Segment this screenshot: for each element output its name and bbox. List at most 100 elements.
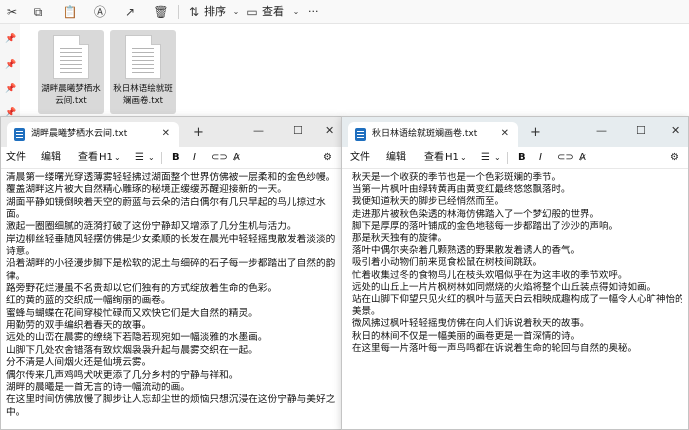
new-tab-icon[interactable]: + [193, 126, 204, 140]
explorer-toolbar: ✂ ⧉ 📋 Ⓐ ↗ 🗑 ⇅ 排序 ⌄ ▭ 查看 ⌄ ··· [0, 0, 689, 24]
text-line: 蜜蜂与蝴蝶在花间穿梭忙碌而又欢快它们是大自然的精灵。 [6, 307, 258, 319]
chevron-down-icon[interactable]: ⌄ [114, 151, 121, 165]
menu-view[interactable]: 查看 [424, 151, 444, 165]
link-icon[interactable]: ⊂⊃ [557, 151, 574, 165]
more-button[interactable]: ··· [308, 4, 319, 20]
new-tab-icon[interactable]: + [530, 126, 541, 140]
gear-icon[interactable]: ⚙ [670, 151, 679, 165]
text-line: 当第一片枫叶由绿转黄再由黄变红最终悠悠飘落时。 [352, 184, 571, 196]
text-line: 忙着收集过冬的食物鸟儿在枝头欢唱似乎在为这丰收的季节欢呼。 [352, 269, 628, 281]
text-line: 秋日的林间不仅是一幅美丽的画卷更是一首深情的诗。 [352, 330, 581, 342]
share-icon[interactable]: ↗ [122, 4, 138, 20]
bold-button[interactable]: B [172, 151, 180, 165]
text-line: 远处的山丘上一片片枫树林如同燃烧的火焰将整个山丘装点得如诗如画。 [352, 281, 657, 293]
close-tab-icon[interactable]: ✕ [162, 127, 170, 141]
notepad-window: 秋日林语绘就斑斓画卷.txt ✕ + — ☐ ✕ 文件 编辑 查看 H1 ⌄ ☰… [341, 116, 689, 430]
text-line: 秋天是一个收获的季节也是一个色彩斑斓的季节。 [352, 172, 562, 183]
pin-icon[interactable]: 📌 [5, 34, 16, 44]
menu-bar: 文件 编辑 查看 H1 ⌄ ☰ ⌄ B I ⊂⊃ A̷ ⚙ [1, 147, 341, 169]
file-item[interactable]: 湖畔晨曦梦栖水云间.txt [38, 30, 104, 114]
text-line: 覆盖湖畔这片被大自然精心雕琢的秘境正缓缓苏醒迎接新的一天。 [6, 184, 287, 196]
toolbar-divider [161, 152, 162, 164]
view-icon[interactable]: ▭ [244, 4, 260, 20]
file-name: 秋日林语绘就斑斓画卷.txt [113, 84, 173, 106]
menu-edit[interactable]: 编辑 [41, 151, 61, 165]
text-line: 脚下是厚厚的落叶铺成的金色地毯每一步都踏出了沙沙的声响。 [352, 220, 619, 232]
sort-icon[interactable]: ⇅ [186, 4, 202, 20]
menu-file[interactable]: 文件 [6, 151, 26, 165]
chevron-down-icon[interactable]: ⌄ [460, 151, 467, 165]
text-line: 律。 [6, 270, 26, 282]
list-icon[interactable]: ☰ [481, 151, 490, 165]
text-line: 湖畔的晨曦是一首无言的诗一幅流动的画。 [6, 381, 191, 393]
text-line: 岸边柳丝轻垂随风轻摆仿佛是少女柔顺的长发在晨光中轻轻摇曳散发着淡淡的 [6, 233, 335, 245]
text-line: 微风拂过枫叶轻轻摇曳仿佛在向人们诉说着秋天的故事。 [352, 318, 590, 330]
chevron-down-icon[interactable]: ⌄ [288, 4, 304, 20]
copy-icon[interactable]: ⧉ [30, 4, 46, 20]
title-bar[interactable]: 秋日林语绘就斑斓画卷.txt ✕ + — ☐ ✕ [342, 117, 688, 147]
file-item[interactable]: 秋日林语绘就斑斓画卷.txt [110, 30, 176, 114]
text-editor[interactable]: 秋天是一个收获的季节也是一个色彩斑斓的季节。 当第一片枫叶由绿转黄再由黄变红最终… [352, 172, 682, 355]
text-line: 用勤劳的双手编织着春天的故事。 [6, 320, 152, 332]
delete-icon[interactable]: 🗑 [153, 4, 169, 20]
text-line: 落叶中偶尔夹杂着几颗熟透的野果散发着诱人的香气。 [352, 245, 581, 257]
document-tab[interactable]: 秋日林语绘就斑斓画卷.txt ✕ [348, 122, 518, 147]
close-window-icon[interactable]: ✕ [325, 124, 334, 138]
italic-button[interactable]: I [539, 151, 542, 165]
bold-button[interactable]: B [518, 151, 526, 165]
text-file-icon [125, 35, 161, 79]
text-line: 中。 [6, 406, 26, 418]
italic-button[interactable]: I [193, 151, 196, 165]
menu-edit[interactable]: 编辑 [386, 151, 406, 165]
heading-dropdown[interactable]: H1 [99, 151, 113, 165]
maximize-icon[interactable]: ☐ [293, 124, 303, 138]
chevron-down-icon[interactable]: ⌄ [228, 4, 244, 20]
text-line: 路旁野花烂漫虽不名贵却以它们独有的方式绽放着生命的色彩。 [6, 283, 278, 295]
menu-file[interactable]: 文件 [350, 151, 370, 165]
text-line: 分不清是人间烟火还是仙境云雾。 [6, 357, 152, 369]
list-icon[interactable]: ☰ [135, 151, 144, 165]
text-editor[interactable]: 清晨第一缕曙光穿透薄雾轻轻拂过湖面整个世界仿佛被一层柔和的金色纱幔。 覆盖湖畔这… [6, 172, 335, 419]
heading-dropdown[interactable]: H1 [445, 151, 459, 165]
sort-button[interactable]: 排序 [204, 4, 226, 20]
text-file-icon [53, 35, 89, 79]
document-tab[interactable]: 湖畔晨曦梦栖水云间.txt ✕ [7, 122, 179, 147]
text-line: 山脚下几处农舍错落有致炊烟袅袅升起与晨雾交织在一起。 [6, 344, 258, 356]
close-window-icon[interactable]: ✕ [671, 124, 680, 138]
text-line: 我便知道秋天的脚步已经悄然而至。 [352, 196, 505, 208]
link-icon[interactable]: ⊂⊃ [211, 151, 228, 165]
text-line: 在这里每一片落叶每一声鸟鸣都在诉说着生命的轮回与自然的奥秘。 [352, 342, 638, 354]
view-button[interactable]: 查看 [262, 4, 284, 20]
paste-icon[interactable]: 📋 [62, 4, 78, 20]
minimize-icon[interactable]: — [596, 124, 607, 138]
clear-format-icon[interactable]: A̷ [233, 151, 240, 165]
menu-bar: 文件 编辑 查看 H1 ⌄ ☰ ⌄ B I ⊂⊃ A̷ ⚙ [342, 147, 688, 169]
file-name: 湖畔晨曦梦栖水云间.txt [41, 84, 101, 106]
text-line: 在这里时间仿佛放慢了脚步让人忘却尘世的烦恼只想沉浸在这份宁静与美好之 [6, 394, 335, 406]
clear-format-icon[interactable]: A̷ [579, 151, 586, 165]
rename-icon[interactable]: Ⓐ [92, 4, 108, 20]
menu-view[interactable]: 查看 [78, 151, 98, 165]
chevron-down-icon[interactable]: ⌄ [148, 151, 155, 165]
text-line: 走进那片被秋色染透的林海仿佛踏入了一个梦幻般的世界。 [352, 208, 600, 220]
title-bar[interactable]: 湖畔晨曦梦栖水云间.txt ✕ + — ☐ ✕ [1, 117, 341, 147]
text-line: 红的黄的蓝的交织成一幅绚丽的画卷。 [6, 295, 171, 307]
text-line: 沿着湖畔的小径漫步脚下是松软的泥土与细碎的石子每一步都踏出了自然的韵 [6, 258, 335, 270]
notepad-icon [355, 128, 366, 141]
text-line: 偶尔传来几声鸡鸣犬吠更添了几分乡村的宁静与祥和。 [6, 369, 239, 381]
minimize-icon[interactable]: — [253, 124, 264, 138]
text-line: 远处的山峦在晨雾的缭绕下若隐若现宛如一幅淡雅的水墨画。 [6, 332, 268, 344]
maximize-icon[interactable]: ☐ [636, 124, 646, 138]
chevron-down-icon[interactable]: ⌄ [494, 151, 501, 165]
close-tab-icon[interactable]: ✕ [501, 127, 509, 141]
toolbar-divider [178, 5, 179, 19]
cut-icon[interactable]: ✂ [4, 4, 20, 20]
notepad-window: 湖畔晨曦梦栖水云间.txt ✕ + — ☐ ✕ 文件 编辑 查看 H1 ⌄ ☰ … [0, 116, 342, 430]
toolbar-divider [507, 152, 508, 164]
text-line: 面。 [6, 209, 26, 221]
pin-icon[interactable]: 📌 [5, 84, 16, 94]
pin-icon[interactable]: 📌 [5, 60, 16, 70]
text-line: 美景。 [352, 306, 381, 318]
gear-icon[interactable]: ⚙ [323, 151, 332, 165]
tab-title: 湖畔晨曦梦栖水云间.txt [31, 129, 128, 139]
